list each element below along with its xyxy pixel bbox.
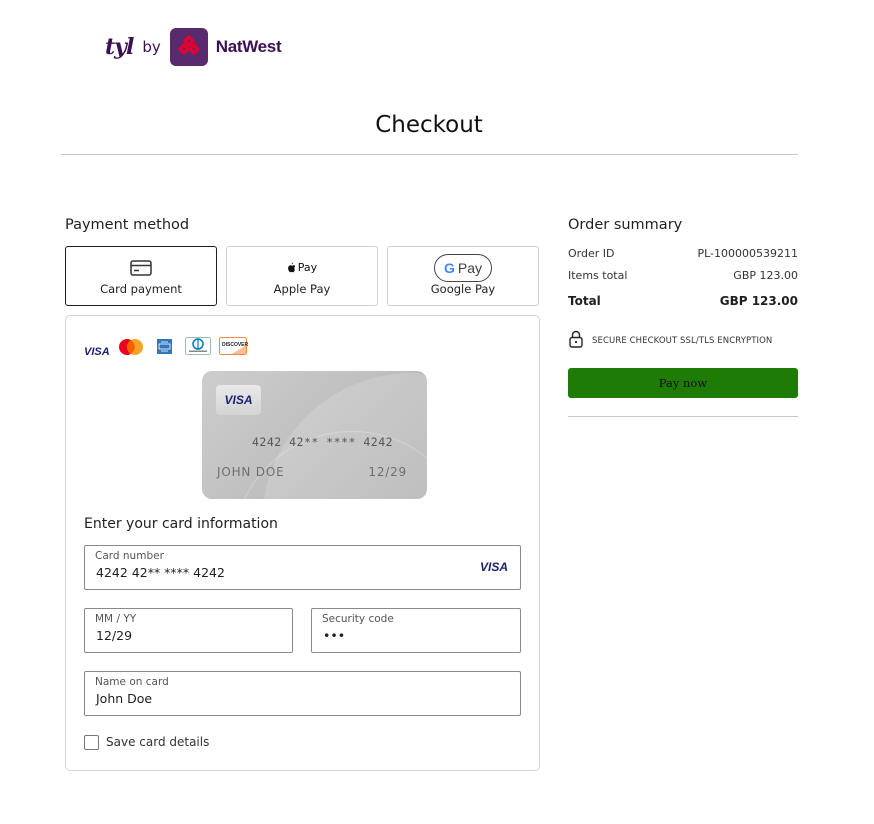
card-number-value[interactable]: 4242 42** **** 4242 — [96, 565, 225, 580]
summary-divider — [568, 416, 798, 417]
security-code-label: Security code — [322, 613, 394, 625]
discover-logo-icon: DISCOVER — [219, 337, 248, 355]
card-brand-visa-icon: VISA — [479, 560, 508, 574]
expiry-field[interactable]: MM / YY 12/29 — [84, 608, 293, 653]
items-total-label: Items total — [568, 269, 628, 282]
google-pay-mark-text: Pay — [457, 260, 482, 276]
logo-by-text: by — [142, 38, 161, 56]
order-id-label: Order ID — [568, 247, 615, 260]
card-icon — [66, 260, 216, 276]
mastercard-logo-icon — [117, 338, 145, 356]
name-on-card-label: Name on card — [95, 676, 169, 688]
tyl-logo-text: tyl — [105, 34, 134, 60]
card-preview-holder: JOHN DOE — [217, 465, 285, 479]
order-id-row: Order ID PL-100000539211 — [568, 247, 798, 260]
expiry-label: MM / YY — [95, 613, 137, 625]
secure-checkout-text: SECURE CHECKOUT SSL/TLS ENCRYPTION — [592, 336, 773, 346]
google-pay-icon: G Pay — [388, 254, 538, 282]
items-total-value: GBP 123.00 — [733, 269, 798, 282]
google-g-icon: G — [443, 260, 455, 276]
pay-now-button[interactable]: Pay now — [568, 368, 798, 398]
natwest-cube-icon — [169, 28, 208, 66]
card-preview-brand-badge: VISA — [216, 385, 261, 415]
amex-logo-icon — [157, 339, 172, 357]
card-number-field[interactable]: Card number 4242 42** **** 4242 VISA — [84, 545, 521, 590]
title-divider — [61, 154, 798, 155]
card-preview-expiry: 12/29 — [368, 465, 407, 479]
merchant-logo: tyl by NatWest — [105, 28, 282, 66]
natwest-logo-text: NatWest — [215, 37, 282, 56]
total-label: Total — [568, 294, 601, 308]
secure-checkout-note: SECURE CHECKOUT SSL/TLS ENCRYPTION — [568, 330, 772, 352]
lock-icon — [568, 330, 584, 352]
expiry-value[interactable]: 12/29 — [96, 628, 132, 643]
tab-google-pay[interactable]: G Pay Google Pay — [387, 246, 539, 306]
save-card-label[interactable]: Save card details — [106, 735, 209, 749]
name-on-card-field[interactable]: Name on card John Doe — [84, 671, 521, 716]
total-value: GBP 123.00 — [719, 294, 798, 308]
visa-logo-icon: VISA — [84, 346, 110, 358]
payment-method-heading: Payment method — [65, 217, 190, 233]
card-preview-number: 4242 42** **** 4242 — [252, 435, 394, 449]
tab-apple-pay[interactable]: Pay Apple Pay — [226, 246, 378, 306]
tab-google-pay-label: Google Pay — [430, 282, 496, 296]
security-code-value[interactable]: ••• — [323, 628, 345, 643]
apple-pay-icon: Pay — [227, 261, 377, 274]
name-on-card-value[interactable]: John Doe — [96, 691, 152, 706]
card-info-heading: Enter your card information — [84, 516, 278, 532]
tab-card-payment-label: Card payment — [100, 282, 182, 296]
card-preview: VISA 4242 42** **** 4242 JOHN DOE 12/29 — [202, 371, 427, 499]
security-code-field[interactable]: Security code ••• — [311, 608, 521, 653]
items-total-row: Items total GBP 123.00 — [568, 269, 798, 282]
total-row: Total GBP 123.00 — [568, 294, 798, 308]
apple-pay-mark-text: Pay — [297, 261, 318, 274]
order-summary-heading: Order summary — [568, 217, 683, 233]
save-card-checkbox[interactable] — [84, 735, 99, 750]
page-title: Checkout — [375, 112, 483, 138]
diners-club-logo-icon — [185, 337, 211, 355]
tab-apple-pay-label: Apple Pay — [273, 282, 331, 296]
card-number-label: Card number — [95, 550, 164, 562]
order-id-value: PL-100000539211 — [697, 247, 798, 260]
tab-card-payment[interactable]: Card payment — [65, 246, 217, 306]
